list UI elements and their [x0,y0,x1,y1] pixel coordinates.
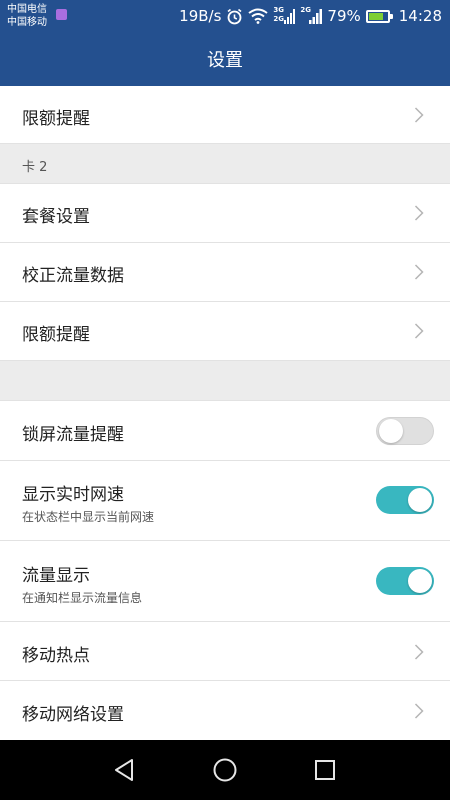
row-label: 显示实时网速 [22,485,124,505]
row-label: 套餐设置 [22,207,90,227]
realtime-speed-toggle[interactable] [376,486,434,514]
chevron-right-icon [414,703,424,719]
traffic-display-toggle[interactable] [376,567,434,595]
lock-screen-reminder-row[interactable]: 锁屏流量提醒 [0,401,450,461]
traffic-display-row[interactable]: 流量显示 在通知栏显示流量信息 [0,541,450,622]
net-speed: 19B/s [179,7,222,25]
row-label: 移动热点 [22,646,90,666]
row-subtitle: 在通知栏显示流量信息 [22,591,143,605]
chevron-right-icon [414,107,424,123]
card2-section-header: 卡 2 [0,144,450,184]
carrier-labels: 中国电信 中国移动 [7,3,47,29]
row-label: 校正流量数据 [22,266,124,286]
mobile-hotspot-row[interactable]: 移动热点 [0,622,450,681]
calibrate-data-row[interactable]: 校正流量数据 [0,243,450,302]
plan-settings-row[interactable]: 套餐设置 [0,184,450,243]
sig1-label-top: 3G [273,6,285,14]
status-right: 19B/s 3G 2G 2G 79% 14:28 [179,0,442,32]
row-label: 锁屏流量提醒 [22,425,124,445]
toggle-knob [408,488,432,512]
sig1-label-bottom: 2G [273,15,285,23]
battery-percent: 79% [327,7,361,25]
chevron-right-icon [414,205,424,221]
row-label: 限额提醒 [22,325,90,345]
chevron-right-icon [414,323,424,339]
battery-icon [365,9,393,23]
wifi-icon [248,8,269,24]
settings-screen: 中国电信 中国移动 19B/s 3G 2G 2G 79% 14:28 设置 限额… [0,0,450,800]
battery-fill [368,12,383,20]
chevron-right-icon [414,264,424,280]
toggle-knob [379,419,403,443]
separator-section [0,361,450,401]
row-subtitle: 在状态栏中显示当前网速 [22,510,155,524]
limit-reminder-row-1[interactable]: 限额提醒 [0,86,450,144]
recents-icon[interactable] [311,756,339,784]
app-notification-icon [56,9,67,20]
section-header-label: 卡 2 [22,160,48,175]
navigation-bar [0,740,450,800]
alarm-icon [227,8,242,24]
carrier-2: 中国移动 [7,17,47,28]
signal-1-icon: 3G 2G [273,6,296,26]
title-bar: 设置 [0,32,450,86]
clock: 14:28 [398,7,442,25]
signal-2-icon: 2G [300,6,323,26]
row-label: 流量显示 [22,566,90,586]
row-label: 移动网络设置 [22,705,124,725]
status-bar: 中国电信 中国移动 19B/s 3G 2G 2G 79% 14:28 [0,0,450,32]
back-icon[interactable] [111,756,139,784]
row-label: 限额提醒 [22,109,90,129]
toggle-knob [408,569,432,593]
mobile-network-row[interactable]: 移动网络设置 [0,681,450,740]
realtime-speed-row[interactable]: 显示实时网速 在状态栏中显示当前网速 [0,461,450,541]
home-icon[interactable] [211,756,239,784]
carrier-1: 中国电信 [7,4,47,15]
lock-screen-reminder-toggle[interactable] [376,417,434,445]
page-title: 设置 [207,50,243,71]
limit-reminder-row-2[interactable]: 限额提醒 [0,302,450,361]
chevron-right-icon [414,644,424,660]
